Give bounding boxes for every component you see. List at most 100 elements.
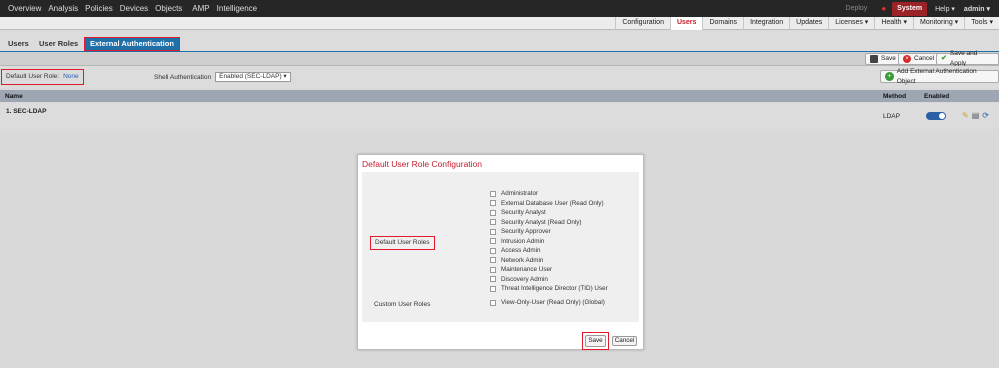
role-administrator[interactable]: Administrator [490, 189, 608, 199]
dialog-title: Default User Role Configuration [362, 159, 483, 169]
checkbox[interactable] [490, 247, 496, 254]
role-label: Maintenance User [501, 266, 553, 274]
secondary-nav: Configuration Users Domains Integration … [0, 17, 999, 30]
nav-objects[interactable]: Objects [155, 4, 182, 13]
checkbox[interactable] [490, 257, 496, 264]
subnav-licenses[interactable]: Licenses ▾ [828, 17, 874, 30]
default-role-value[interactable]: None [63, 73, 79, 80]
role-label: Threat Intelligence Director (TID) User [501, 285, 608, 293]
cancel-button[interactable]: × Cancel [898, 53, 940, 65]
dialog-cancel-button[interactable]: Cancel [612, 336, 637, 346]
tab-bar: Users User Roles External Authentication [0, 31, 999, 52]
checkbox[interactable] [490, 299, 496, 306]
role-label: Network Admin [501, 256, 544, 264]
col-name[interactable]: Name [5, 93, 23, 100]
primary-nav: Overview Analysis Policies Devices Objec… [0, 4, 264, 13]
help-menu[interactable]: Help ▾ [935, 5, 955, 13]
action-bar: Save × Cancel ✔ Save and Apply [0, 50, 999, 67]
tab-user-roles[interactable]: User Roles [34, 37, 83, 51]
dialog-body: Administrator External Database User (Re… [362, 172, 639, 322]
toggle-knob [939, 113, 945, 119]
shell-authentication: Shell Authentication Enabled (SEC-LDAP) … [154, 72, 291, 82]
role-label: Access Admin [501, 247, 541, 255]
edit-icon[interactable]: ✎ [962, 111, 969, 120]
checkbox[interactable] [490, 285, 496, 292]
refresh-icon[interactable]: ⟳ [982, 111, 989, 120]
save-icon [870, 55, 878, 63]
role-label: Administrator [501, 190, 539, 198]
checkbox[interactable] [490, 200, 496, 207]
checkbox[interactable] [490, 276, 496, 283]
role-external-database-user[interactable]: External Database User (Read Only) [490, 199, 608, 209]
cancel-button-label: Cancel [914, 55, 935, 62]
checkbox[interactable] [490, 228, 496, 235]
plus-icon: + [885, 72, 894, 81]
tab-users[interactable]: Users [3, 37, 34, 51]
default-roles-list: Administrator External Database User (Re… [490, 189, 608, 294]
top-nav-bar: Overview Analysis Policies Devices Objec… [0, 0, 999, 17]
col-enabled[interactable]: Enabled [924, 93, 949, 100]
nav-overview[interactable]: Overview [8, 4, 41, 13]
col-method[interactable]: Method [883, 93, 906, 100]
role-security-analyst[interactable]: Security Analyst [490, 208, 608, 218]
custom-user-roles-label: Custom User Roles [374, 301, 431, 308]
role-security-analyst-read-only[interactable]: Security Analyst (Read Only) [490, 218, 608, 228]
checkbox[interactable] [490, 238, 496, 245]
deploy-link[interactable]: Deploy [846, 5, 868, 12]
dialog-save-button[interactable]: Save [582, 332, 609, 350]
checkbox[interactable] [490, 266, 496, 273]
default-user-roles-label: Default User Roles [370, 236, 435, 250]
check-icon: ✔ [941, 55, 947, 62]
top-nav-right: Deploy ● System Help ▾ admin ▾ [846, 0, 999, 17]
subnav-users[interactable]: Users [669, 17, 703, 30]
default-role-label: Default User Role: [6, 73, 60, 80]
save-button-label: Save [881, 55, 896, 62]
role-tid-user[interactable]: Threat Intelligence Director (TID) User [490, 284, 608, 294]
role-label: Discovery Admin [501, 275, 548, 283]
role-intrusion-admin[interactable]: Intrusion Admin [490, 237, 608, 247]
checkbox[interactable] [490, 209, 496, 216]
nav-amp[interactable]: AMP [192, 4, 209, 13]
tab-external-authentication[interactable]: External Authentication [84, 37, 180, 51]
table-header: Name Method Enabled [0, 90, 999, 102]
row-name: 1. SEC-LDAP [6, 108, 47, 115]
copy-icon[interactable]: ▤ [972, 111, 980, 120]
shell-auth-select[interactable]: Enabled (SEC-LDAP) ▾ [215, 72, 291, 82]
alert-icon[interactable]: ● [881, 4, 886, 13]
role-label: Security Analyst (Read Only) [501, 218, 582, 226]
role-view-only-user[interactable]: View-Only-User (Read Only) (Global) [490, 299, 605, 306]
table-row: 1. SEC-LDAP LDAP ✎ ▤ ⟳ [0, 103, 999, 129]
subnav-health[interactable]: Health ▾ [874, 17, 913, 30]
role-label: View-Only-User (Read Only) (Global) [501, 299, 605, 306]
nav-policies[interactable]: Policies [85, 4, 113, 13]
role-access-admin[interactable]: Access Admin [490, 246, 608, 256]
system-menu[interactable]: System [892, 1, 928, 16]
nav-devices[interactable]: Devices [120, 4, 148, 13]
nav-intelligence[interactable]: Intelligence [217, 4, 257, 13]
role-maintenance-user[interactable]: Maintenance User [490, 265, 608, 275]
role-security-approver[interactable]: Security Approver [490, 227, 608, 237]
enabled-toggle[interactable] [926, 112, 946, 120]
dialog-save-label: Save [585, 335, 606, 347]
subnav-integration[interactable]: Integration [743, 17, 789, 30]
subnav-monitoring[interactable]: Monitoring ▾ [913, 17, 964, 30]
save-and-apply-button[interactable]: ✔ Save and Apply [936, 50, 999, 67]
save-button[interactable]: Save [865, 53, 901, 65]
role-discovery-admin[interactable]: Discovery Admin [490, 275, 608, 285]
default-user-role[interactable]: Default User Role: None [1, 69, 84, 85]
row-method: LDAP [883, 113, 900, 120]
subnav-domains[interactable]: Domains [702, 17, 743, 30]
checkbox[interactable] [490, 219, 496, 226]
add-external-auth-object-button[interactable]: + Add External Authentication Object [880, 68, 999, 85]
role-network-admin[interactable]: Network Admin [490, 256, 608, 266]
filter-row: Default User Role: None Shell Authenticat… [0, 66, 999, 88]
subnav-configuration[interactable]: Configuration [615, 17, 670, 30]
nav-analysis[interactable]: Analysis [48, 4, 78, 13]
role-label: Security Analyst [501, 209, 546, 217]
cancel-icon: × [903, 55, 911, 63]
admin-menu[interactable]: admin ▾ [964, 5, 990, 13]
checkbox[interactable] [490, 190, 496, 197]
subnav-tools[interactable]: Tools ▾ [964, 17, 999, 30]
add-object-label: Add External Authentication Object [896, 67, 977, 85]
subnav-updates[interactable]: Updates [789, 17, 828, 30]
